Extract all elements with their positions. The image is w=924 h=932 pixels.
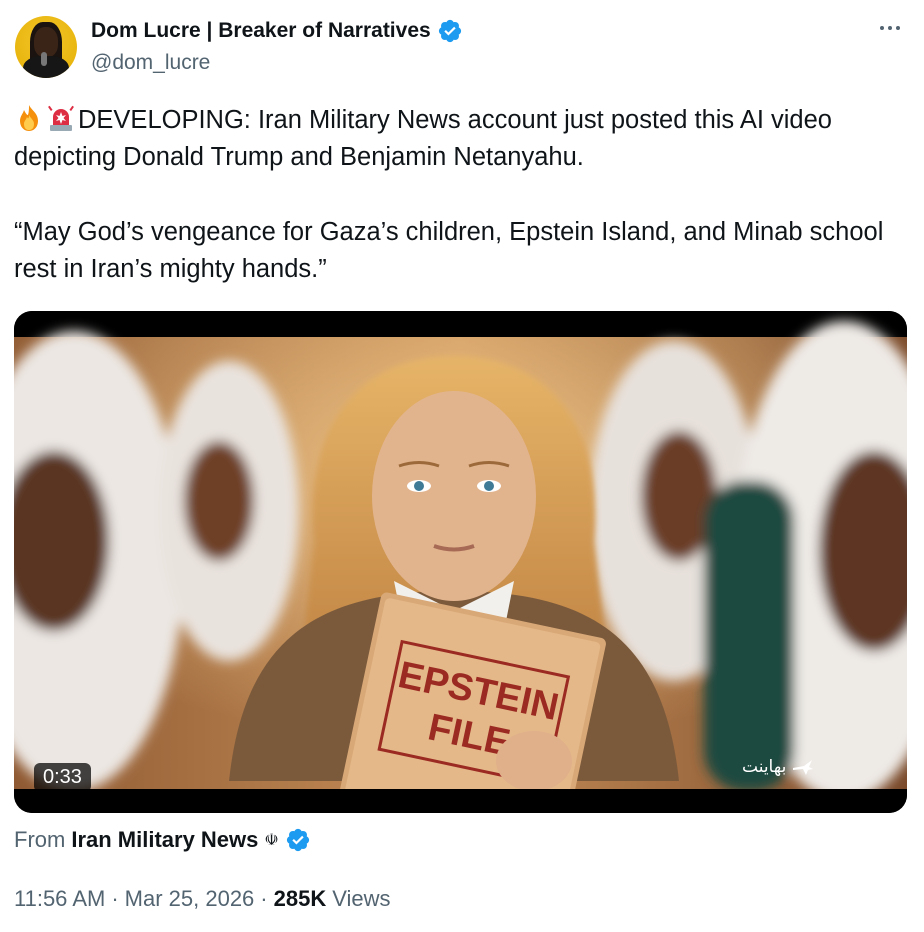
tweet-paragraph-1-text: DEVELOPING: Iran Military News account j… xyxy=(14,106,832,171)
video-source-line: From Iran Military News ☫ xyxy=(14,827,311,853)
verified-badge-icon xyxy=(438,19,461,43)
author-avatar[interactable] xyxy=(15,16,77,78)
video-duration-badge: 0:33 xyxy=(34,763,91,792)
meta-separator: · xyxy=(260,886,268,911)
views-count: 285K xyxy=(273,886,327,911)
more-dot-icon xyxy=(888,26,892,30)
tweet-paragraph-2: “May God’s vengeance for Gaza’s children… xyxy=(14,218,884,283)
video-player[interactable]: EPSTEIN FILE 0:33 بهاينت xyxy=(14,311,907,813)
author-display-name[interactable]: Dom Lucre | Breaker of Narratives xyxy=(91,19,431,43)
video-thumbnail: EPSTEIN FILE xyxy=(14,311,907,813)
source-account-link[interactable]: Iran Military News xyxy=(71,827,258,853)
author-name-row[interactable]: Dom Lucre | Breaker of Narratives xyxy=(91,18,463,44)
rotating-light-emoji-icon xyxy=(48,105,74,131)
fire-emoji-icon xyxy=(20,105,38,131)
tweet-date[interactable]: Mar 25, 2026 xyxy=(125,886,255,912)
meta-separator: · xyxy=(111,886,119,911)
more-options-button[interactable] xyxy=(876,22,904,34)
more-dot-icon xyxy=(896,26,900,30)
watermark-text: بهاينت xyxy=(742,757,787,777)
tweet-text: DEVELOPING: Iran Military News account j… xyxy=(14,102,914,288)
jet-icon xyxy=(793,760,814,775)
tweet-paragraph-1: DEVELOPING: Iran Military News account j… xyxy=(14,102,914,176)
author-handle[interactable]: @dom_lucre xyxy=(91,51,210,75)
tweet-meta: 11:56 AM · Mar 25, 2026 · 285K Views xyxy=(14,886,391,912)
more-dot-icon xyxy=(880,26,884,30)
verified-badge-icon xyxy=(286,828,309,852)
views-label: Views xyxy=(332,886,391,911)
tweet-time[interactable]: 11:56 AM xyxy=(14,886,105,912)
microphone-icon xyxy=(41,52,47,66)
source-from-label: From xyxy=(14,827,66,852)
iran-emblem-icon: ☫ xyxy=(264,832,279,849)
video-watermark: بهاينت xyxy=(742,757,814,777)
